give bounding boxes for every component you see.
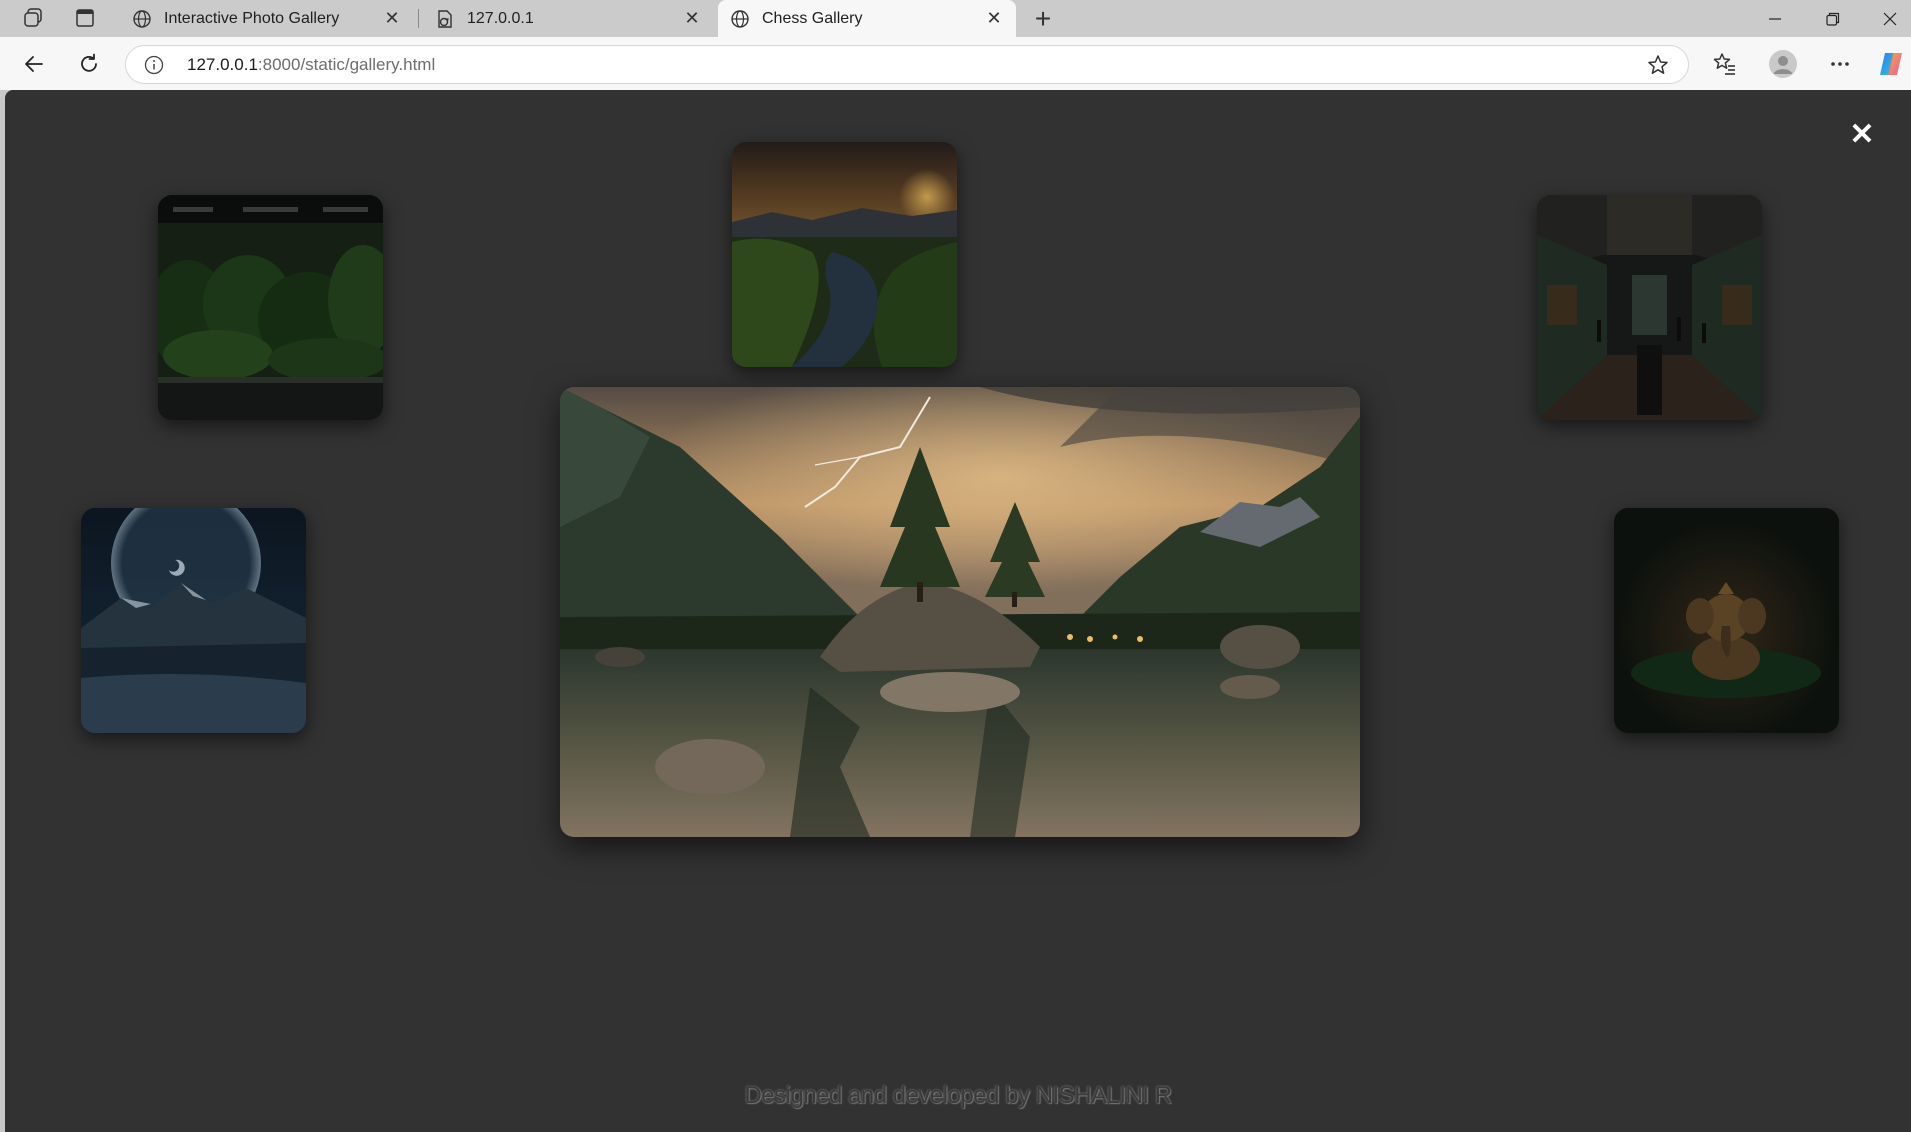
globe-icon <box>730 9 750 29</box>
refresh-icon[interactable] <box>71 46 107 82</box>
thumbnail-ganesha-statue[interactable] <box>1614 508 1839 733</box>
tab-strip: Interactive Photo Gallery ✕ 127.0.0.1 ✕ … <box>0 0 1911 37</box>
close-icon[interactable]: ✕ <box>1848 120 1876 150</box>
favorites-icon[interactable] <box>1708 47 1742 81</box>
footer-credit: Designed and developed by NISHALINI R <box>744 1082 1172 1109</box>
close-tab-icon[interactable]: ✕ <box>380 7 404 31</box>
more-options-icon[interactable] <box>1823 47 1857 81</box>
thumbnail-aquarium-plants[interactable] <box>158 195 383 420</box>
restore-icon[interactable] <box>1805 0 1861 37</box>
vertical-tabs-icon[interactable] <box>70 5 100 31</box>
thumbnail-museum-hall[interactable] <box>1537 195 1762 420</box>
back-arrow-icon[interactable] <box>16 46 52 82</box>
tab-interactive-photo-gallery[interactable]: Interactive Photo Gallery ✕ <box>120 0 414 37</box>
workspaces-icon[interactable] <box>18 5 48 31</box>
tab-title: Interactive Photo Gallery <box>164 9 340 27</box>
featured-photo-lake-lightning[interactable] <box>560 387 1360 837</box>
browser-toolbar: 127.0.0.1:8000/static/gallery.html <box>0 37 1911 90</box>
address-bar[interactable]: 127.0.0.1:8000/static/gallery.html <box>125 45 1689 84</box>
gallery-page: ✕ Designed and developed by NISHALINI R <box>5 90 1911 1132</box>
tab-title: 127.0.0.1 <box>467 9 534 27</box>
close-tab-icon[interactable]: ✕ <box>982 7 1006 31</box>
thumbnail-river-sunset[interactable] <box>732 142 957 367</box>
copilot-icon[interactable] <box>1874 47 1908 81</box>
close-tab-icon[interactable]: ✕ <box>680 7 704 31</box>
globe-icon <box>132 9 152 29</box>
url-path: :8000/static/gallery.html <box>257 55 436 74</box>
url-host: 127.0.0.1 <box>187 55 258 74</box>
close-window-icon[interactable] <box>1862 0 1911 37</box>
document-refresh-icon <box>435 9 455 29</box>
tab-127-0-0-1[interactable]: 127.0.0.1 ✕ <box>423 0 714 37</box>
tab-chess-gallery[interactable]: Chess Gallery ✕ <box>718 0 1016 37</box>
profile-avatar-icon[interactable] <box>1766 47 1800 81</box>
url-text: 127.0.0.1:8000/static/gallery.html <box>187 55 435 75</box>
new-tab-button[interactable]: + <box>1028 3 1058 34</box>
tab-separator <box>418 9 419 28</box>
favorite-star-icon[interactable] <box>1646 53 1670 77</box>
minimize-icon[interactable] <box>1747 0 1803 37</box>
tab-title: Chess Gallery <box>762 9 863 27</box>
thumbnail-moon-over-mountains[interactable] <box>81 508 306 733</box>
site-info-icon[interactable] <box>144 55 164 75</box>
